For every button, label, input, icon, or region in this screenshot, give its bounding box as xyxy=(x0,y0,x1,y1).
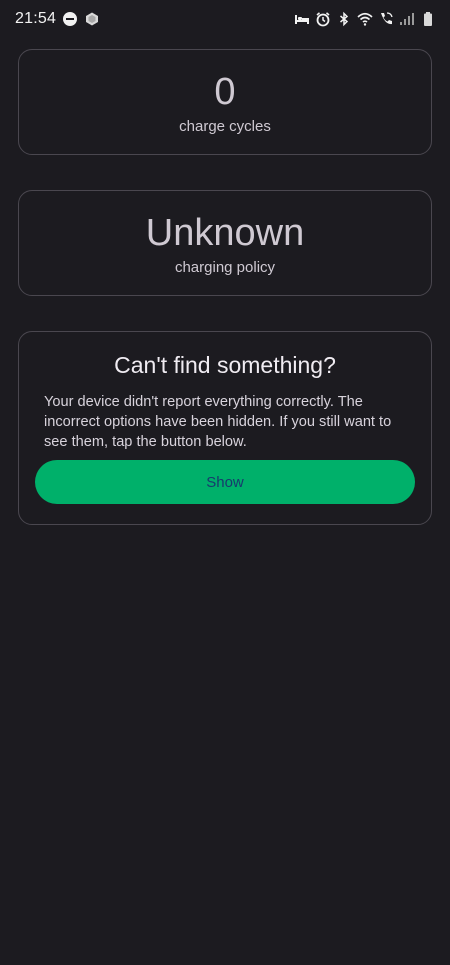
charging-policy-card: Unknown charging policy xyxy=(18,190,432,296)
alarm-icon xyxy=(315,11,331,27)
status-time: 21:54 xyxy=(15,10,57,27)
do-not-disturb-icon xyxy=(62,11,78,27)
status-bar-right xyxy=(294,11,436,27)
wifi-icon xyxy=(357,11,373,27)
bluetooth-icon xyxy=(336,11,352,27)
bed-icon xyxy=(294,11,310,27)
charging-policy-value: Unknown xyxy=(145,212,305,254)
hidden-options-title: Can't find something? xyxy=(114,352,336,378)
battery-icon xyxy=(420,11,436,27)
app-notification-icon xyxy=(84,11,100,27)
show-hidden-options-button[interactable]: Show xyxy=(35,460,415,504)
status-bar: 21:54 xyxy=(0,0,450,38)
charge-cycles-value: 0 xyxy=(214,71,236,113)
hidden-options-description: Your device didn't report everything cor… xyxy=(44,394,392,450)
charge-cycles-label: charge cycles xyxy=(179,118,271,135)
wifi-calling-icon xyxy=(378,11,394,27)
charging-policy-label: charging policy xyxy=(174,259,276,276)
charge-cycles-card: 0 charge cycles xyxy=(18,49,432,155)
hidden-options-card: Can't find something? Your device didn't… xyxy=(18,331,432,525)
signal-icon xyxy=(399,11,415,27)
status-bar-left: 21:54 xyxy=(15,10,100,28)
